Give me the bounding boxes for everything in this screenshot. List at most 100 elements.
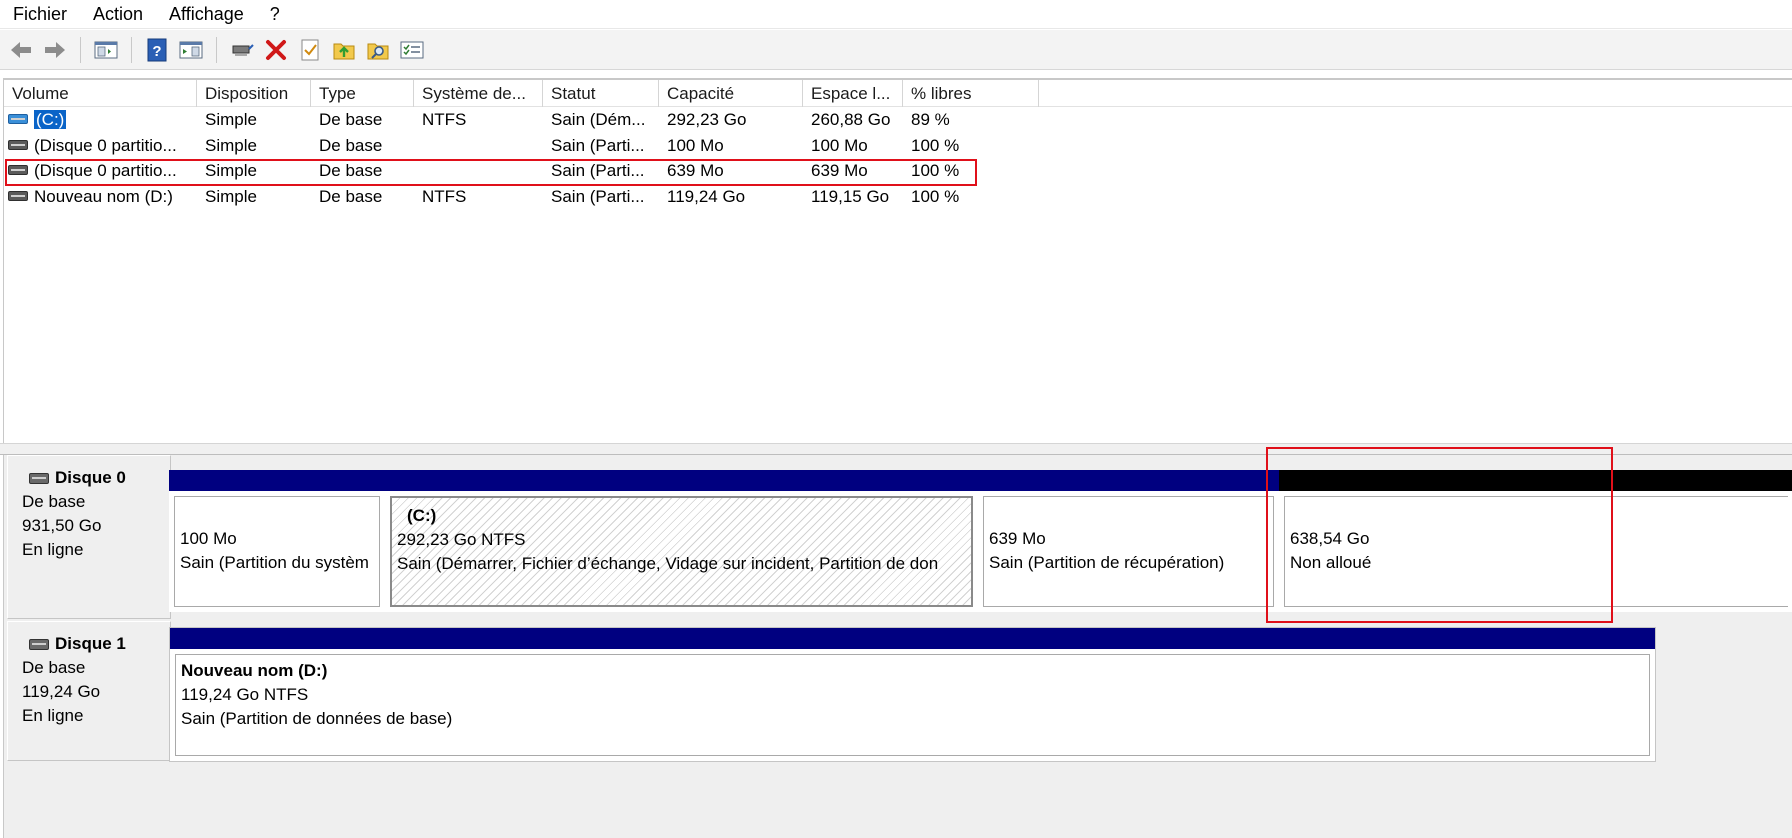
menu-affichage[interactable]: Affichage xyxy=(156,0,257,29)
statut-cell: Sain (Parti... xyxy=(551,186,645,206)
svg-text:?: ? xyxy=(152,43,161,60)
console-tree-icon[interactable] xyxy=(91,35,121,65)
partition-c[interactable]: (C:) 292,23 Go NTFS Sain (Démarrer, Fich… xyxy=(385,470,978,612)
toolbar-separator xyxy=(216,36,217,63)
filesystem-cell: NTFS xyxy=(422,110,467,129)
filesystem-cell: NTFS xyxy=(422,186,467,206)
partition-band xyxy=(385,470,978,491)
partition-d[interactable]: Nouveau nom (D:) 119,24 Go NTFS Sain (Pa… xyxy=(169,627,1656,762)
espace-cell: 260,88 Go xyxy=(811,110,891,129)
help-icon[interactable]: ? xyxy=(142,35,172,65)
partition-status: Non alloué xyxy=(1290,553,1372,572)
disposition-cell: Simple xyxy=(205,110,257,129)
type-cell: De base xyxy=(319,135,383,155)
filesystem-cell xyxy=(414,133,543,158)
column-statut[interactable]: Statut xyxy=(543,80,659,107)
type-cell: De base xyxy=(319,110,383,129)
settings-list-icon[interactable] xyxy=(397,35,427,65)
drive-icon xyxy=(8,190,28,201)
disk-name: Disque 1 xyxy=(55,634,126,653)
espace-cell: 639 Mo xyxy=(811,161,868,180)
toolbar-separator xyxy=(80,36,81,63)
table-row[interactable]: (C:) Simple De base NTFS Sain (Dém... 29… xyxy=(4,107,1792,133)
menu-bar: Fichier Action Affichage ? xyxy=(0,0,1792,29)
partition-size: 639 Mo xyxy=(989,529,1046,548)
partition-size: 119,24 Go NTFS xyxy=(181,685,309,704)
disk-name: Disque 0 xyxy=(55,468,126,487)
drive-icon xyxy=(8,165,28,175)
disk-1-label[interactable]: Disque 1 De base 119,24 Go En ligne xyxy=(7,621,171,761)
disposition-cell: Simple xyxy=(205,135,257,155)
menu-action[interactable]: Action xyxy=(80,0,156,29)
disposition-cell: Simple xyxy=(205,161,257,180)
partition-unallocated[interactable]: 638,54 Go Non alloué xyxy=(1279,470,1792,612)
menu-help[interactable]: ? xyxy=(257,0,293,29)
statut-cell: Sain (Parti... xyxy=(551,161,645,180)
connect-drive-icon[interactable] xyxy=(227,35,257,65)
column-espace-libre[interactable]: Espace l... xyxy=(803,80,903,107)
column-volume[interactable]: Volume xyxy=(4,80,197,107)
menu-fichier[interactable]: Fichier xyxy=(0,0,80,29)
type-cell: De base xyxy=(319,161,383,180)
column-type[interactable]: Type xyxy=(311,80,414,107)
capacite-cell: 292,23 Go xyxy=(667,110,747,129)
drive-icon xyxy=(8,139,28,150)
disk-status: En ligne xyxy=(22,706,84,725)
espace-cell: 119,15 Go xyxy=(811,186,890,206)
partition-size: 292,23 Go NTFS xyxy=(397,530,526,549)
partition-title: Nouveau nom (D:) xyxy=(181,661,328,680)
partition-status: Sain (Partition de récupération) xyxy=(989,553,1225,572)
partition-system[interactable]: 100 Mo Sain (Partition du systèm xyxy=(169,470,385,612)
volume-list: Volume Disposition Type Système de... St… xyxy=(3,78,1792,443)
disk-type: De base xyxy=(22,492,86,511)
column-filesystem[interactable]: Système de... xyxy=(414,80,543,107)
partition-status: Sain (Partition de données de base) xyxy=(181,709,453,728)
disposition-cell: Simple xyxy=(205,186,257,206)
show-pane-icon[interactable] xyxy=(176,35,206,65)
partition-band xyxy=(1279,470,1792,491)
partition-status: Sain (Démarrer, Fichier d’échange, Vidag… xyxy=(397,554,939,573)
forward-arrow-icon[interactable] xyxy=(40,35,70,65)
capacite-cell: 639 Mo xyxy=(667,161,724,180)
filesystem-cell xyxy=(414,158,543,183)
espace-cell: 100 Mo xyxy=(811,135,868,155)
toolbar-separator xyxy=(131,36,132,63)
statut-cell: Sain (Dém... xyxy=(551,110,646,129)
table-row[interactable]: Nouveau nom (D:) Simple De base NTFS Sai… xyxy=(4,184,1792,210)
disk-size: 119,24 Go xyxy=(22,682,101,701)
folder-up-icon[interactable] xyxy=(329,35,359,65)
system-drive-icon xyxy=(8,114,28,124)
disk-size: 931,50 Go xyxy=(22,516,102,535)
column-capacite[interactable]: Capacité xyxy=(659,80,803,107)
disk-0-label[interactable]: Disque 0 De base 931,50 Go En ligne xyxy=(7,455,171,619)
disk-type: De base xyxy=(22,658,86,677)
disk-icon xyxy=(29,638,49,650)
libres-cell: 89 % xyxy=(911,110,950,129)
delete-icon[interactable] xyxy=(261,35,291,65)
column-disposition[interactable]: Disposition xyxy=(197,80,311,107)
partition-recovery[interactable]: 639 Mo Sain (Partition de récupération) xyxy=(978,470,1279,612)
partition-band xyxy=(170,628,1655,649)
table-row[interactable]: (Disque 0 partitio... Simple De base Sai… xyxy=(4,158,1792,184)
volume-name[interactable]: (C:) xyxy=(34,110,67,129)
capacite-cell: 100 Mo xyxy=(667,135,724,155)
volume-name: (Disque 0 partitio... xyxy=(34,161,177,180)
disk-graphical-view: Disque 0 De base 931,50 Go En ligne 100 … xyxy=(3,455,1792,838)
disk-icon xyxy=(29,472,49,484)
capacite-cell: 119,24 Go xyxy=(667,186,746,206)
properties-icon[interactable] xyxy=(295,35,325,65)
libres-cell: 100 % xyxy=(911,135,960,155)
column-pct-libres[interactable]: % libres xyxy=(903,80,1039,107)
disk-management-window: Fichier Action Affichage ? ? Volume Disp… xyxy=(0,0,1792,838)
pane-splitter[interactable] xyxy=(0,443,1792,455)
libres-cell: 100 % xyxy=(911,186,960,206)
partition-status: Sain (Partition du systèm xyxy=(180,553,369,572)
back-arrow-icon[interactable] xyxy=(6,35,36,65)
partition-title: (C:) xyxy=(407,506,437,525)
table-header: Volume Disposition Type Système de... St… xyxy=(4,80,1792,107)
folder-search-icon[interactable] xyxy=(363,35,393,65)
partition-band xyxy=(978,470,1279,491)
partition-size: 100 Mo xyxy=(180,529,237,548)
table-row[interactable]: (Disque 0 partitio... Simple De base Sai… xyxy=(4,133,1792,159)
volume-name: (Disque 0 partitio... xyxy=(34,135,177,155)
